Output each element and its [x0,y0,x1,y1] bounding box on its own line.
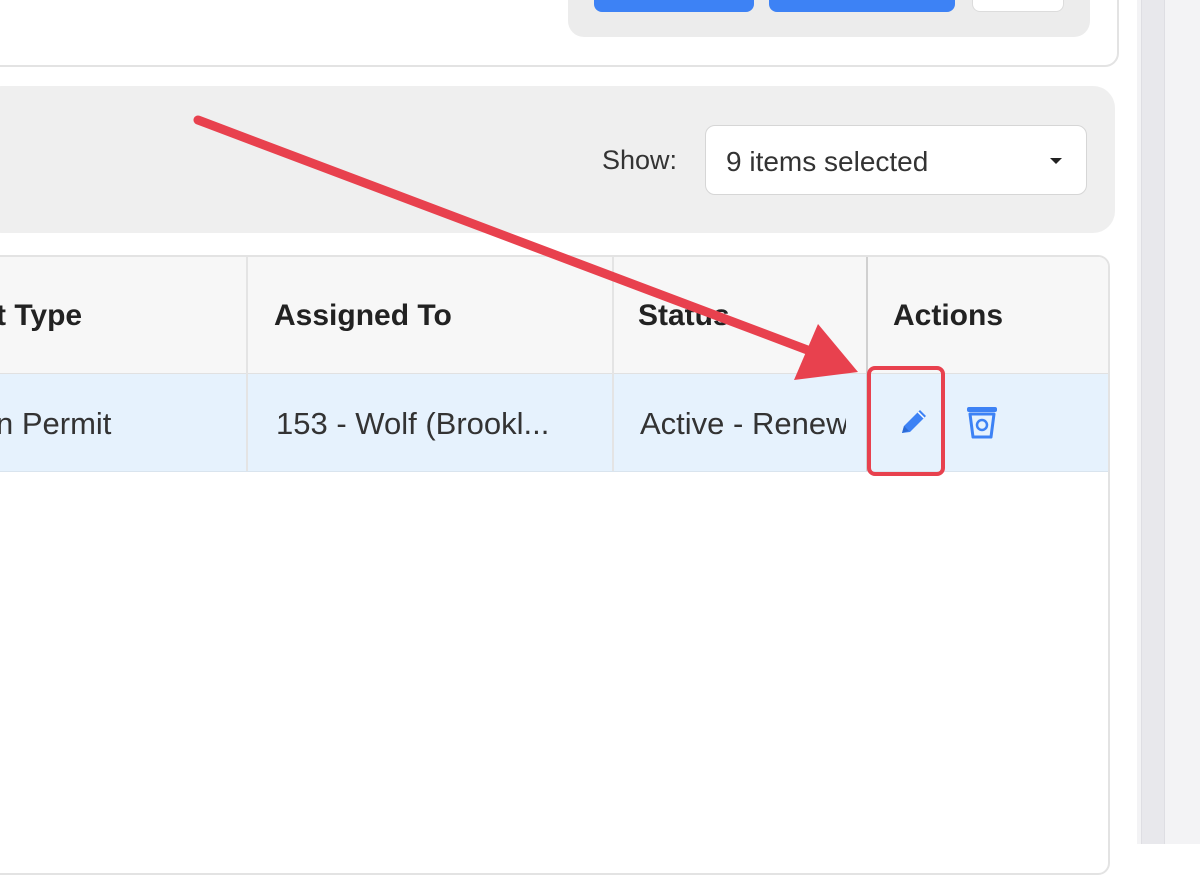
app-frame: Show: 9 items selected t Type Assigned T… [0,0,1200,875]
annotation-highlight-box [867,366,945,476]
column-divider [246,257,248,471]
cell-assigned-to-text: 153 - Wolf (Brookl... [276,406,550,441]
show-select[interactable]: 9 items selected [705,125,1087,195]
column-header-actions: Actions [893,299,1004,332]
primary-button-2[interactable] [769,0,955,12]
cell-assigned-to: 153 - Wolf (Brookl... [248,374,612,471]
column-header-type[interactable]: t Type [0,299,82,333]
data-table: t Type Assigned To Status Actions n Perm… [0,255,1110,875]
column-header-status[interactable]: Status [638,299,730,333]
column-header-assigned-to[interactable]: Assigned To [274,299,452,333]
cell-status-text: Active - Renewal [640,406,846,441]
secondary-button[interactable] [972,0,1064,12]
show-label: Show: [602,145,678,175]
trash-icon [967,407,997,439]
show-select-value: 9 items selected [726,146,929,177]
caret-down-icon [1050,158,1062,164]
cell-status: Active - Renewal [614,374,846,471]
cell-type-text: n Permit [0,406,112,441]
cell-type: n Permit [0,374,246,471]
table-header: t Type Assigned To Status Actions [0,257,1108,374]
primary-button-1[interactable] [594,0,754,12]
vertical-scrollbar[interactable] [1141,0,1165,844]
column-divider [612,257,614,471]
delete-button[interactable] [962,402,1002,442]
